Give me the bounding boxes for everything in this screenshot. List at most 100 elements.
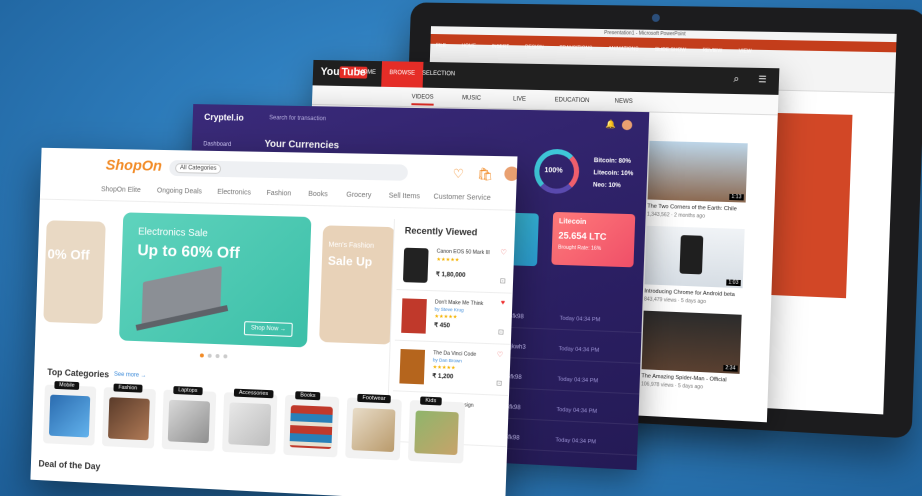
search-icon[interactable]: ⌕ xyxy=(733,74,739,85)
item-brand: by Steve Krug xyxy=(435,307,464,313)
hero-banner[interactable]: Electronics Sale Up to 60% Off Shop Now … xyxy=(119,212,311,347)
yt-nav-home[interactable]: HOME xyxy=(359,70,376,76)
list-item[interactable]: The Da Vinci Code by Dan Brown ★★★★★ ₹ 1… xyxy=(393,343,510,396)
banner-next-title: Sale Up xyxy=(328,254,373,269)
ppt-tab[interactable]: FILE xyxy=(436,43,446,49)
list-item[interactable]: Canon EOS 50 Mark III ★★★★★ ₹ 1,80,000 ♡… xyxy=(397,241,514,293)
tx-time: Today 04:34 PM xyxy=(558,346,599,354)
nav-item[interactable]: Ongoing Deals xyxy=(157,187,202,195)
item-name: Canon EOS 50 Mark III xyxy=(437,249,509,257)
category-card-accessories[interactable]: Accessories xyxy=(222,392,277,454)
list-item[interactable]: Don't Make Me Think by Steve Krug ★★★★★ … xyxy=(395,292,512,345)
ppt-tab[interactable]: VIEW xyxy=(739,48,752,54)
nav-item[interactable]: Grocery xyxy=(346,192,371,200)
nav-item[interactable]: Electronics xyxy=(217,189,251,197)
tx-time: Today 04:34 PM xyxy=(555,437,596,445)
video-duration: 2:34 xyxy=(723,365,737,372)
heart-icon[interactable]: ♡ xyxy=(453,166,465,180)
heart-icon[interactable]: ♥ xyxy=(501,299,506,306)
category-label: Accessories xyxy=(234,389,273,399)
category-card-mobile[interactable]: Mobile xyxy=(43,385,96,446)
nav-item[interactable]: Books xyxy=(308,191,328,198)
yt-tab-news[interactable]: NEWS xyxy=(614,99,632,105)
cart-icon[interactable]: 🛍 xyxy=(477,167,493,182)
ppt-tab[interactable]: SLIDE SHOW xyxy=(655,47,686,54)
tx-time: Today 04:34 PM xyxy=(556,407,597,415)
cart-icon[interactable]: ⊡ xyxy=(500,277,506,285)
category-label: Fashion xyxy=(113,384,142,393)
category-card-footwear[interactable]: Footwear xyxy=(345,397,402,460)
kids-icon xyxy=(414,410,458,455)
carousel-dot[interactable] xyxy=(200,353,204,357)
deal-of-the-day-title: Deal of the Day xyxy=(38,459,100,472)
avatar[interactable] xyxy=(622,120,633,130)
camera-icon xyxy=(403,248,429,283)
ppt-tab[interactable]: REVIEW xyxy=(702,48,722,54)
category-card-books[interactable]: Books xyxy=(283,395,339,458)
search-input[interactable]: All Categories xyxy=(169,160,408,181)
category-card-laptops[interactable]: Laptops xyxy=(162,390,217,452)
nav-item[interactable]: Customer Service xyxy=(433,194,490,202)
category-card-fashion[interactable]: Fashion xyxy=(102,387,156,448)
cart-icon[interactable]: ⊡ xyxy=(496,379,502,387)
item-price: ₹ 450 xyxy=(434,322,450,330)
crypto-logo[interactable]: Cryptel.io xyxy=(204,112,244,123)
camera-icon xyxy=(652,14,660,22)
cart-icon[interactable]: ⊡ xyxy=(498,328,504,336)
nav-item[interactable]: Fashion xyxy=(266,190,291,198)
item-stars: ★★★★★ xyxy=(434,314,457,321)
carousel-dot[interactable] xyxy=(208,354,212,358)
avatar[interactable] xyxy=(504,166,517,181)
video-meta: 843,479 views · 5 days ago xyxy=(644,296,706,305)
banner-prev[interactable] xyxy=(43,220,105,324)
fashion-icon xyxy=(108,397,150,440)
ppt-tab[interactable]: INSERT xyxy=(492,44,510,50)
card-value: 25.654 LTC xyxy=(558,230,628,242)
ppt-tab[interactable]: HOME xyxy=(462,43,476,49)
video-duration: 1:13 xyxy=(729,194,743,201)
ppt-tab[interactable]: DESIGN xyxy=(525,45,544,51)
yt-tab-live[interactable]: LIVE xyxy=(513,96,526,102)
yt-tab-education[interactable]: EDUCATION xyxy=(555,97,590,104)
item-price: ₹ 1,200 xyxy=(432,373,453,381)
tx-time: Today 04:34 PM xyxy=(560,316,601,324)
bell-icon[interactable]: 🔔 xyxy=(605,120,616,129)
item-price: ₹ 1,80,000 xyxy=(436,271,466,279)
search-input[interactable]: Search for transaction xyxy=(269,115,326,122)
ppt-tab[interactable]: ANIMATIONS xyxy=(608,46,638,53)
nav-item[interactable]: ShopOn Elite xyxy=(101,186,141,194)
carousel-dot[interactable] xyxy=(223,354,227,358)
nav-item[interactable]: Sell Items xyxy=(389,193,421,201)
yt-tab-videos[interactable]: VIDEOS xyxy=(411,94,433,105)
ppt-tab[interactable]: TRANSITIONS xyxy=(559,45,592,52)
menu-icon[interactable]: ☰ xyxy=(758,74,767,85)
shopon-logo[interactable]: ShopOn xyxy=(105,157,162,175)
shop-now-button[interactable]: Shop Now → xyxy=(244,321,293,337)
heart-icon[interactable]: ♡ xyxy=(497,351,504,359)
video-duration: 1:03 xyxy=(726,279,740,286)
category-card-kids[interactable]: Kids xyxy=(408,400,465,463)
card-sub: Brought Rate: 16% xyxy=(558,245,628,253)
books-icon xyxy=(289,405,332,449)
shoe-icon xyxy=(351,408,395,452)
banner-next-subtitle: Men's Fashion xyxy=(328,242,374,250)
sidebar-item-dashboard[interactable]: Dashboard xyxy=(203,141,231,147)
litecoin-card[interactable]: Litecoin 25.654 LTC Brought Rate: 16% xyxy=(551,212,635,267)
carousel-dot[interactable] xyxy=(216,354,220,358)
legend-item: Bitcoin: 80% xyxy=(594,158,631,165)
heart-icon[interactable]: ♡ xyxy=(500,248,507,256)
category-label: Mobile xyxy=(54,381,79,390)
legend-item: Litecoin: 10% xyxy=(593,170,633,177)
category-label: Laptops xyxy=(173,386,202,395)
logo-you: You xyxy=(320,66,339,78)
item-stars: ★★★★★ xyxy=(436,257,459,264)
category-label: Kids xyxy=(420,396,441,405)
yt-tab-music[interactable]: MUSIC xyxy=(462,95,481,101)
yt-nav-selection[interactable]: SELECTION xyxy=(422,71,455,78)
see-more-link[interactable]: See more → xyxy=(114,372,147,379)
category-select[interactable]: All Categories xyxy=(175,163,222,174)
glasses-icon xyxy=(228,402,271,446)
phone-icon xyxy=(679,235,703,274)
category-label: Books xyxy=(295,391,321,400)
yt-nav-browse[interactable]: BROWSE xyxy=(381,61,423,87)
